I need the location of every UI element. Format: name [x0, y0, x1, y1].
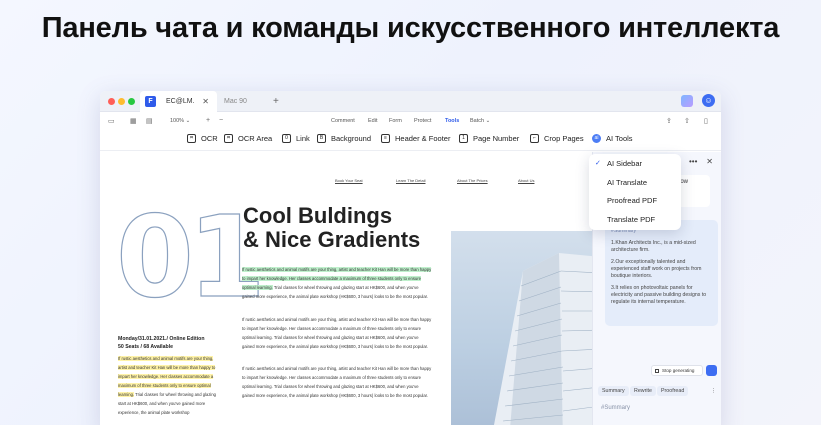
link-icon: 0 — [282, 134, 291, 143]
prompt-tabs: Summary Rewrite Proofread ⋮ — [593, 386, 721, 400]
tab-label: Mac 90 — [224, 98, 247, 105]
summary-point-3: 3.It relies on photovoltaic panels for e… — [611, 285, 707, 305]
zoom-in-icon[interactable]: + — [206, 117, 210, 124]
app-window: F EC@LM. ✕ Mac 90 + ☺ ▭ ▦ ▤ 100% ⌄ + − C… — [100, 91, 721, 425]
background-label: Background — [331, 134, 372, 143]
ai-tools-dropdown: ✓ AI Sidebar AI Translate Proofread PDF … — [589, 154, 681, 230]
sidebar-top-icons: ••• ✕ — [689, 157, 713, 166]
header-footer-label: Header & Footer — [395, 134, 451, 143]
ocr-button[interactable]: ⌗ OCR — [187, 134, 218, 143]
menu-item-ai-sidebar[interactable]: AI Sidebar — [607, 159, 642, 168]
ai-tools-label: AI Tools — [606, 134, 633, 143]
stop-generating-button[interactable]: Stop generating — [651, 365, 703, 376]
nav-link-learn[interactable]: Learn The Detail — [396, 178, 426, 183]
building-illustration — [494, 253, 600, 425]
menu-form[interactable]: Form — [389, 118, 402, 124]
background-button[interactable]: B Background — [317, 134, 371, 143]
stop-label: Stop generating — [662, 368, 695, 373]
panel-toggle-icon[interactable]: ▯ — [704, 117, 708, 125]
event-description: If rustic aesthetics and animal motifs a… — [118, 354, 223, 417]
tab-document-second[interactable]: Mac 90 — [224, 91, 247, 112]
ai-icon: ai — [592, 134, 601, 143]
nav-link-book[interactable]: Book Your Seat — [335, 178, 363, 183]
event-info-block: Monday/31.01.2021./ Online Edition 50 Se… — [118, 335, 223, 417]
document-page: Book Your Seat Learn The Detail About Th… — [100, 152, 600, 425]
tab-document-active[interactable]: F EC@LM. ✕ — [140, 91, 217, 112]
big-number-outline: 01 — [115, 193, 266, 323]
crop-icon: ⌐ — [530, 134, 539, 143]
paragraph-2: If rustic aesthetics and animal motifs a… — [242, 317, 432, 349]
menu-item-ai-translate[interactable]: AI Translate — [607, 178, 647, 187]
more-prompts-icon[interactable]: ⋮ — [711, 388, 716, 394]
ocr-area-icon: ⌗ — [224, 134, 233, 143]
share-icon[interactable]: ⇧ — [684, 117, 690, 125]
menu-tools[interactable]: Tools — [445, 118, 459, 124]
ocr-area-label: OCR Area — [238, 134, 273, 143]
building-photo — [451, 231, 600, 425]
zoom-out-icon[interactable]: − — [219, 117, 223, 124]
close-tab-icon[interactable]: ✕ — [202, 91, 209, 112]
ai-tools-button[interactable]: ai AI Tools — [592, 134, 633, 143]
crop-pages-label: Crop Pages — [544, 134, 584, 143]
page-number-label: Page Number — [473, 134, 520, 143]
new-tab-button[interactable]: + — [273, 91, 279, 112]
paragraph-3: If rustic aesthetics and animal motifs a… — [242, 366, 432, 398]
menu-batch[interactable]: Batch ⌄ — [470, 118, 490, 124]
tools-bar: ⌗ OCR ⌗ OCR Area 0 Link B Background ≡ H… — [100, 129, 721, 151]
highlighted-text-yellow: If rustic aesthetics and animal motifs a… — [118, 356, 216, 397]
event-date: Monday/31.01.2021./ Online Edition — [118, 336, 205, 342]
close-sidebar-icon[interactable]: ✕ — [706, 157, 713, 166]
upload-icon[interactable]: ⇪ — [666, 117, 672, 125]
menu-bar: ▭ ▦ ▤ 100% ⌄ + − Comment Edit Form Prote… — [100, 112, 721, 129]
menu-comment[interactable]: Comment — [331, 118, 355, 124]
checkmark-icon: ✓ — [595, 160, 601, 167]
ocr-area-button[interactable]: ⌗ OCR Area — [224, 134, 272, 143]
summary-point-1: 1.Khan Architects Inc., is a mid-sized a… — [611, 240, 696, 253]
more-options-icon[interactable]: ••• — [689, 157, 697, 166]
ocr-label: OCR — [201, 134, 218, 143]
link-label: Link — [296, 134, 310, 143]
app-logo-icon: F — [145, 96, 156, 107]
menu-item-proofread-pdf[interactable]: Proofread PDF — [607, 196, 657, 205]
send-icon[interactable] — [706, 365, 717, 376]
page-title: Cool Buldings & Nice Gradients — [243, 203, 453, 253]
summary-card: #Summary 1.Khan Architects Inc., is a mi… — [605, 220, 718, 326]
paragraph-highlighted: If rustic aesthetics and animal motifs a… — [242, 265, 432, 301]
ocr-icon: ⌗ — [187, 134, 196, 143]
title-line-1: Cool Buldings — [243, 203, 393, 228]
maximize-window-button[interactable] — [128, 98, 135, 105]
ai-assistant-icon[interactable] — [681, 95, 693, 107]
menu-edit[interactable]: Edit — [368, 118, 377, 124]
page-number-icon: 1 — [459, 134, 468, 143]
title-bar: F EC@LM. ✕ Mac 90 + ☺ — [100, 91, 721, 112]
header-footer-button[interactable]: ≡ Header & Footer — [381, 134, 450, 143]
page-number-button[interactable]: 1 Page Number — [459, 134, 519, 143]
minimize-window-button[interactable] — [118, 98, 125, 105]
tab-proofread[interactable]: Proofread — [657, 386, 689, 396]
summary-point-2: 2.Our exceptionally talented and experie… — [611, 259, 702, 279]
tab-summary[interactable]: Summary — [598, 386, 629, 396]
title-line-2: & Nice Gradients — [243, 227, 421, 253]
zoom-select[interactable]: 100% ⌄ — [170, 118, 190, 124]
input-field[interactable]: #Summary — [601, 405, 630, 411]
background-icon: B — [317, 134, 326, 143]
menu-item-translate-pdf[interactable]: Translate PDF — [607, 215, 655, 224]
close-window-button[interactable] — [108, 98, 115, 105]
crop-pages-button[interactable]: ⌐ Crop Pages — [530, 134, 584, 143]
nav-link-prices[interactable]: About The Prices — [457, 178, 488, 183]
nav-link-about[interactable]: About Us — [518, 178, 534, 183]
tab-label: EC@LM. — [166, 98, 195, 105]
menu-protect[interactable]: Protect — [414, 118, 431, 124]
tab-rewrite[interactable]: Rewrite — [630, 386, 656, 396]
event-seats: 50 Seats / 68 Available — [118, 344, 173, 350]
headline: Панель чата и команды искусственного инт… — [41, 12, 780, 44]
thumbnail-icon[interactable]: ▤ — [146, 117, 153, 125]
sidebar-toggle-icon[interactable]: ▭ — [108, 117, 115, 125]
avatar[interactable]: ☺ — [702, 94, 715, 107]
grid-view-icon[interactable]: ▦ — [130, 117, 137, 125]
link-button[interactable]: 0 Link — [282, 134, 310, 143]
stop-icon — [655, 369, 659, 373]
header-footer-icon: ≡ — [381, 134, 390, 143]
